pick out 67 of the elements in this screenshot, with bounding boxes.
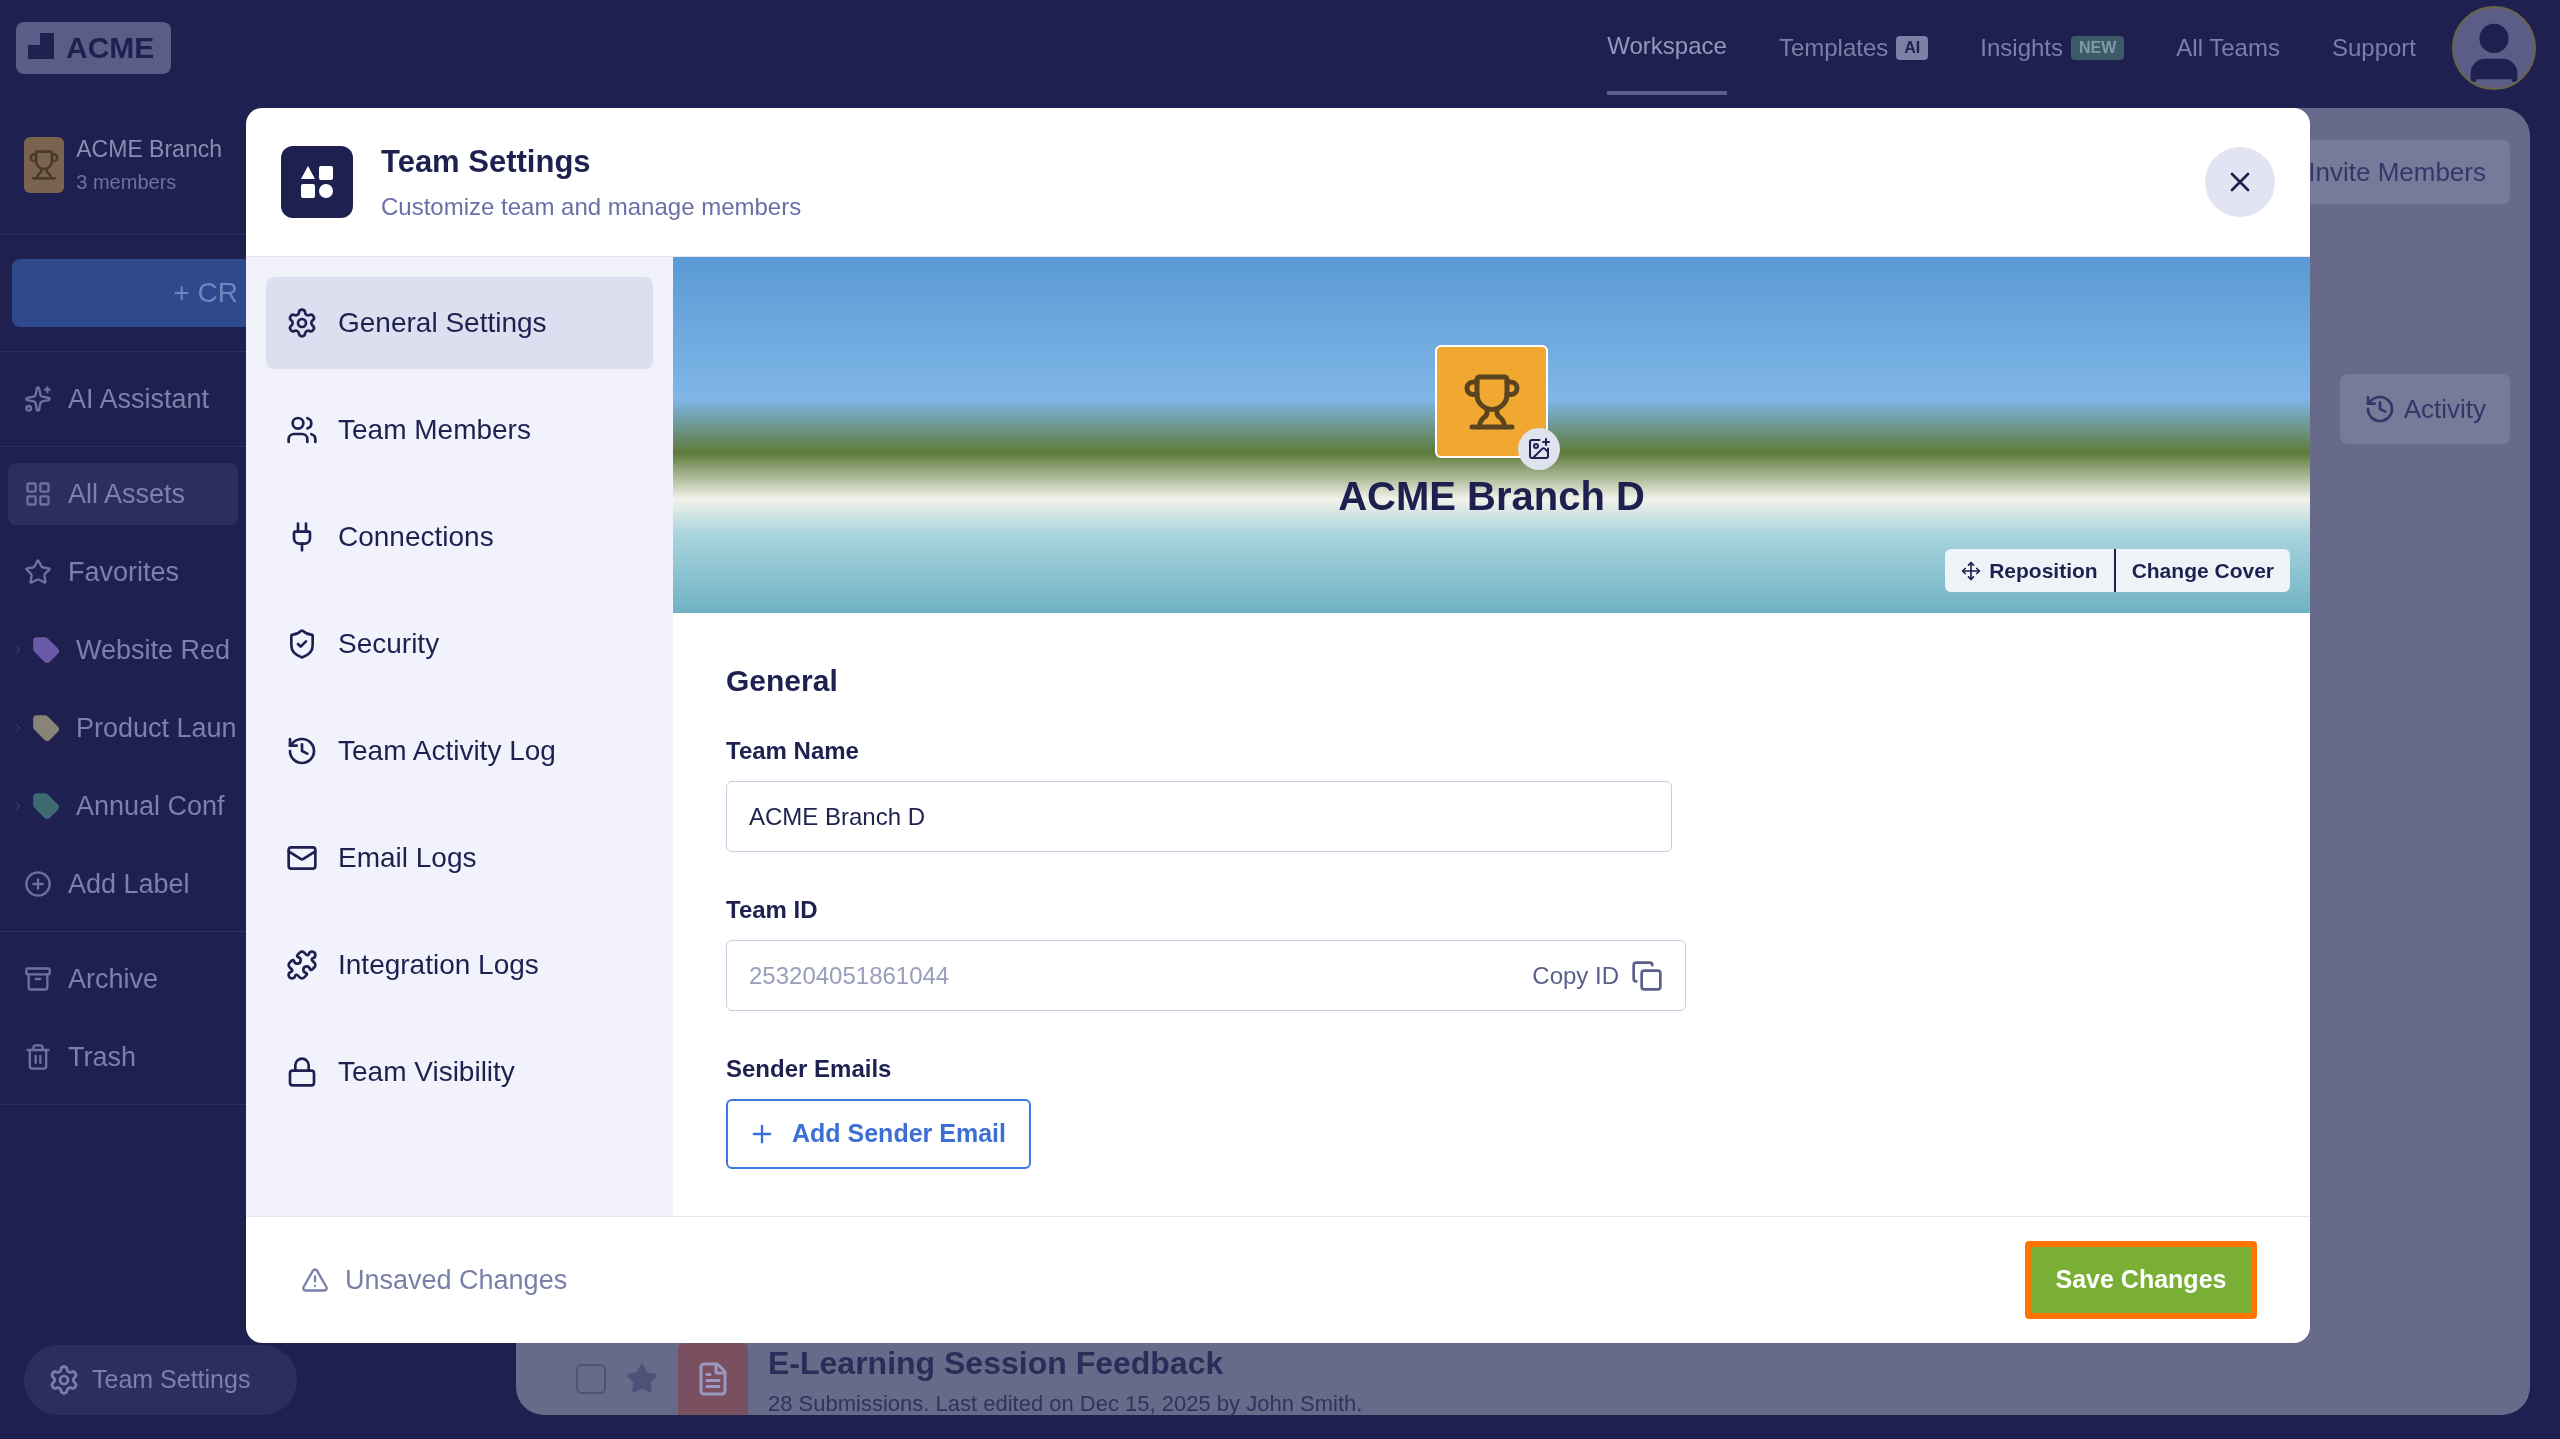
settings-icon [48,1364,80,1396]
move-icon [1961,560,1982,581]
dialog-subtitle: Customize team and manage members [381,192,803,223]
logo[interactable]: ACME [16,21,171,74]
nav-tab[interactable]: All Teams [2176,0,2280,95]
team-id-value: 253204051861044 [749,960,951,991]
trophy-icon [28,148,61,181]
reposition-button[interactable]: Reposition [1945,549,2116,592]
sidebar-item[interactable]: Trash [8,1026,238,1088]
row-title: E-Learning Session Feedback [768,1343,1225,1383]
settings-nav-item[interactable]: Team Activity Log [266,705,653,797]
sidebar-item[interactable]: Archive [8,948,238,1010]
nav-tab[interactable]: Support [2331,0,2416,95]
create-button[interactable]: + CR [12,259,246,327]
settings-nav-item[interactable]: Connections [266,491,653,583]
field-label: Sender Emails [726,1054,893,1084]
settings-nav-item[interactable]: Security [266,598,653,690]
nav-tab[interactable]: Workspace [1607,0,1727,95]
nav-icon [286,1056,318,1088]
team-name: ACME Branch [76,135,222,165]
nav-icon [286,414,318,446]
nav-icon [24,558,52,586]
member-count: 3 members [76,169,178,195]
settings-nav-item[interactable]: Email Logs [266,812,653,904]
cover-team-name: ACME Branch D [1338,473,1645,520]
nav-icon [24,1043,52,1071]
nav-icon [286,949,318,981]
sidebar-item[interactable]: Favorites [8,541,238,603]
nav-icon [286,735,318,767]
nav-badge: AI [1896,35,1929,60]
nav-icon [24,965,52,993]
row-subtitle: 28 Submissions. Last edited on Dec 15, 2025 by John Smith. [768,1389,1363,1418]
team-settings-icon [281,146,353,218]
warning-icon [301,1266,329,1294]
nav-badge: NEW [2071,35,2125,60]
sidebar-item[interactable]: Website Red [8,619,238,681]
team-name-field[interactable]: ACME Branch D [726,781,1672,852]
sidebar-item[interactable]: Add Label [8,853,238,915]
field-label: Team ID [726,895,819,925]
team-logo[interactable] [1435,345,1548,458]
save-changes-button[interactable]: Save Changes [2025,1241,2257,1319]
sidebar-item[interactable]: Product Laun [8,697,238,759]
nav-icon [24,385,52,413]
nav-tab[interactable]: Templates AI [1778,0,1929,95]
settings-nav-item[interactable]: Integration Logs [266,919,653,1011]
star-icon[interactable] [626,1363,658,1395]
settings-nav-item[interactable]: General Settings [266,277,653,369]
settings-nav-item[interactable]: Team Members [266,384,653,476]
nav-icon [24,480,52,508]
form-icon [678,1343,748,1415]
nav-icon [286,307,318,339]
add-sender-email-button[interactable]: Add Sender Email [726,1099,1031,1169]
sidebar-item[interactable]: Annual Conf [8,775,238,837]
row-checkbox[interactable] [576,1364,606,1394]
sidebar-item[interactable]: All Assets [8,463,238,525]
add-icon [24,870,52,898]
settings-nav-item[interactable]: Team Visibility [266,1026,653,1118]
section-title: General [726,663,839,699]
unsaved-changes-status: Unsaved Changes [301,1259,2025,1301]
field-label: Team Name [726,736,860,766]
activity-button[interactable]: Activity [2339,374,2510,444]
copy-icon [1631,959,1663,992]
team-settings-button[interactable]: Team Settings [24,1345,297,1415]
sidebar-item[interactable]: AI Assistant [8,368,238,430]
change-cover-button[interactable]: Change Cover [2115,549,2290,592]
dialog-title: Team Settings [381,142,592,181]
nav-tab[interactable]: Insights NEW [1980,0,2125,95]
